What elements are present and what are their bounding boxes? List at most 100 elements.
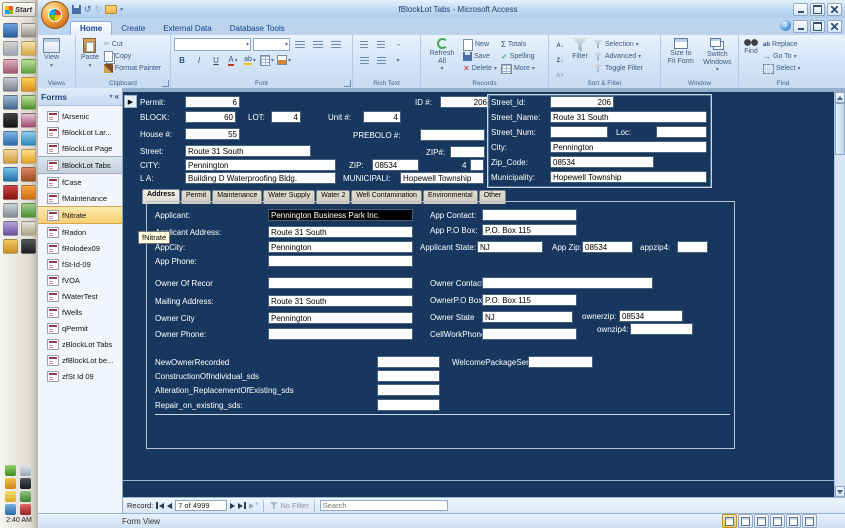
house-input[interactable] xyxy=(185,128,240,140)
repair-input[interactable] xyxy=(377,399,440,411)
decrease-indent-button[interactable] xyxy=(356,37,372,51)
new-owner-recorded-input[interactable] xyxy=(377,356,440,368)
taskbar-icon[interactable] xyxy=(3,41,18,56)
find-button[interactable]: Find xyxy=(742,37,760,57)
align-left-button[interactable] xyxy=(292,37,308,51)
street-name-input[interactable] xyxy=(550,111,707,123)
welcome-package-input[interactable] xyxy=(528,356,593,368)
taskbar-icon[interactable] xyxy=(3,113,18,128)
taskbar-icon[interactable] xyxy=(3,149,18,164)
taskbar-icon[interactable] xyxy=(21,185,36,200)
font-name-combo[interactable]: ▾ xyxy=(174,38,251,51)
datasheet-view-button[interactable] xyxy=(738,514,753,528)
record-search-input[interactable] xyxy=(320,500,448,511)
taskbar-icon[interactable] xyxy=(3,23,18,38)
taskbar-icon[interactable] xyxy=(21,149,36,164)
record-position[interactable]: 7 of 4999 xyxy=(175,500,227,511)
refresh-all-button[interactable]: Refresh All ▾ xyxy=(424,37,460,74)
taskbar-icon[interactable] xyxy=(3,203,18,218)
taskbar-icon[interactable] xyxy=(21,59,36,74)
new-record-button[interactable]: New xyxy=(462,39,498,50)
tray-icon[interactable] xyxy=(5,478,16,489)
next-record-button[interactable] xyxy=(230,503,235,509)
align-center-button[interactable] xyxy=(310,37,326,51)
first-record-button[interactable] xyxy=(156,502,164,509)
nav-item-fst-id-09[interactable]: fSt-Id-09 xyxy=(38,256,122,272)
spelling-button[interactable]: ✓Spelling xyxy=(500,51,536,62)
panel-municipality-input[interactable] xyxy=(550,171,707,183)
tray-icon[interactable] xyxy=(5,491,16,502)
select-button[interactable]: Select▾ xyxy=(762,63,801,74)
block-input[interactable] xyxy=(185,111,236,123)
switch-windows-button[interactable]: Switch Windows ▾ xyxy=(700,37,735,75)
app-pobox-input[interactable] xyxy=(482,224,577,236)
font-size-combo[interactable]: ▾ xyxy=(253,38,290,51)
owner-of-record-input[interactable] xyxy=(268,277,413,289)
scrollbar-thumb[interactable] xyxy=(835,103,845,155)
close-button[interactable] xyxy=(827,3,842,16)
cut-button[interactable]: ✂ Cut xyxy=(103,39,162,50)
last-record-button[interactable] xyxy=(238,502,246,509)
scroll-up-button[interactable] xyxy=(835,92,845,103)
municipality-input[interactable] xyxy=(400,172,484,184)
street-input[interactable] xyxy=(185,145,311,157)
open-folder-icon[interactable] xyxy=(105,5,117,14)
clipboard-dialog-launcher-icon[interactable] xyxy=(162,80,169,87)
toggle-filter-button[interactable]: Toggle Filter xyxy=(592,63,644,74)
zip4-input[interactable] xyxy=(470,159,484,171)
pivottable-view-button[interactable] xyxy=(754,514,769,528)
cellworkphone-input[interactable] xyxy=(482,328,577,340)
taskbar-icon[interactable] xyxy=(3,95,18,110)
lot-input[interactable] xyxy=(271,111,301,123)
rich-text-options-button[interactable]: ▾ xyxy=(390,53,406,67)
nav-item-farsenic[interactable]: fArsenic xyxy=(38,108,122,124)
taskbar-icon[interactable] xyxy=(21,167,36,182)
zip-code-input[interactable] xyxy=(550,156,654,168)
taskbar-icon[interactable] xyxy=(21,131,36,146)
permit-input[interactable] xyxy=(185,96,240,108)
tray-icon[interactable] xyxy=(5,465,16,476)
filter-button[interactable]: Filter xyxy=(570,37,590,62)
copy-button[interactable]: Copy xyxy=(103,51,162,62)
owner-phone-input[interactable] xyxy=(268,328,413,340)
taskbar-icon[interactable] xyxy=(21,113,36,128)
new-record-nav-button[interactable]: * xyxy=(249,501,258,510)
alteration-input[interactable] xyxy=(377,384,440,396)
child-minimize-button[interactable] xyxy=(793,20,808,33)
help-icon[interactable]: ? xyxy=(780,20,791,31)
taskbar-icon[interactable] xyxy=(3,131,18,146)
tab-external-data[interactable]: External Data xyxy=(154,22,220,35)
tray-icon[interactable] xyxy=(20,478,31,489)
italic-button[interactable]: I xyxy=(191,53,207,67)
nav-item-zfblocklot-be[interactable]: zfBlockLot be... xyxy=(38,352,122,368)
tab-create[interactable]: Create xyxy=(112,22,154,35)
tray-icon[interactable] xyxy=(20,504,31,515)
app-phone-input[interactable] xyxy=(268,255,413,267)
taskbar-icon[interactable] xyxy=(3,77,18,92)
nav-item-fwatertest[interactable]: fWaterTest xyxy=(38,288,122,304)
highlight-color-button[interactable]: ab▾ xyxy=(242,53,258,67)
fill-color-button[interactable]: ▾ xyxy=(276,53,292,67)
undo-icon[interactable]: ↺ xyxy=(84,5,92,14)
street-num-input[interactable] xyxy=(550,126,608,138)
text-direction-button[interactable]: → xyxy=(390,37,406,51)
nav-item-fwells[interactable]: fWells xyxy=(38,304,122,320)
format-painter-button[interactable]: Format Painter xyxy=(103,63,162,74)
construction-input[interactable] xyxy=(377,370,440,382)
ownzip4-input[interactable] xyxy=(630,323,693,335)
mailing-address-input[interactable] xyxy=(268,295,413,307)
nav-item-fmaintenance[interactable]: fMaintenance xyxy=(38,190,122,206)
nav-item-zfst-id-09[interactable]: zfSt Id 09 xyxy=(38,368,122,384)
selection-button[interactable]: Selection▾ xyxy=(592,39,644,50)
nav-item-fblocklot-lar[interactable]: fBlockLot Lar... xyxy=(38,124,122,140)
taskbar-icon[interactable] xyxy=(3,59,18,74)
taskbar-icon[interactable] xyxy=(21,203,36,218)
redo-icon[interactable]: ↻ xyxy=(95,5,103,14)
totals-button[interactable]: ΣTotals xyxy=(500,39,536,50)
bullets-button[interactable] xyxy=(373,53,389,67)
child-close-button[interactable] xyxy=(827,20,842,33)
city-input[interactable] xyxy=(185,159,336,171)
form-view-button[interactable] xyxy=(722,514,737,528)
save-record-button[interactable]: Save xyxy=(462,51,498,62)
taskbar-icon[interactable] xyxy=(3,185,18,200)
